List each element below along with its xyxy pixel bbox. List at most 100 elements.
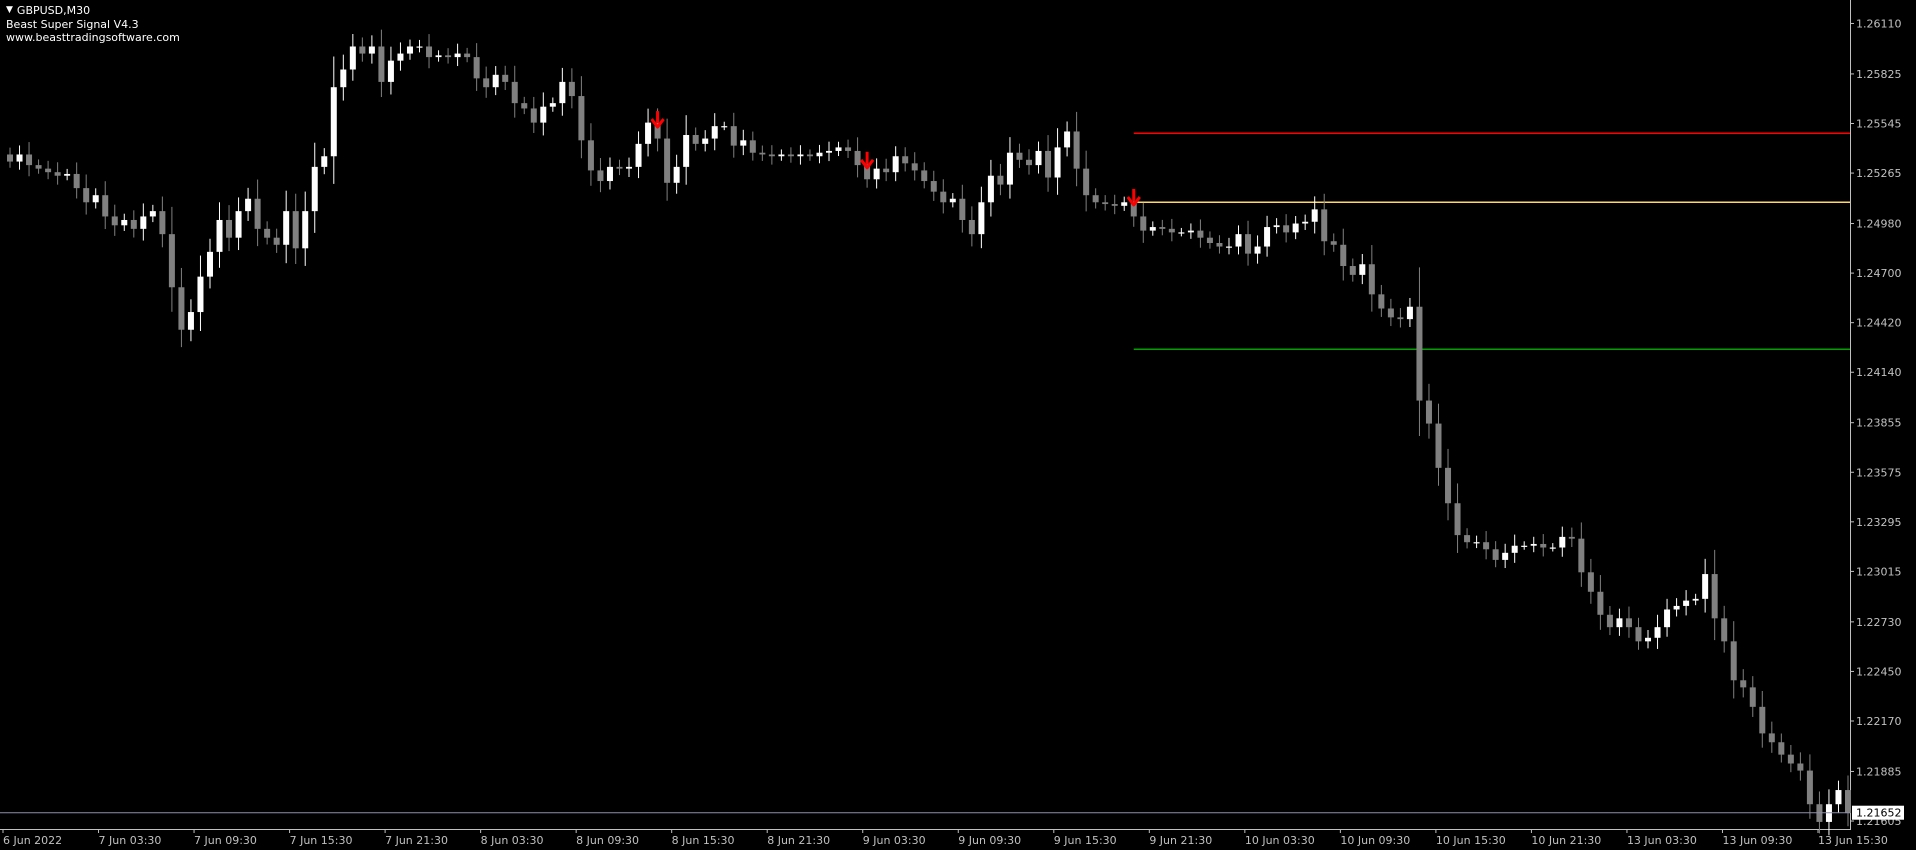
bull-candle <box>245 198 252 212</box>
bull-candle <box>197 276 204 313</box>
bull-candle <box>1264 227 1271 247</box>
bull-candle <box>1673 605 1680 610</box>
bull-candle <box>235 211 242 238</box>
bear-candle <box>1635 627 1642 642</box>
bear-candle <box>1483 542 1490 550</box>
bear-candle <box>1102 202 1109 205</box>
bear-candle <box>1416 306 1423 401</box>
bear-candle <box>1730 641 1737 681</box>
bull-candle <box>1254 246 1261 254</box>
price-axis[interactable]: 1.26110 1.25825 1.25545 1.25265 1.24980 1.247… <box>1850 17 1902 828</box>
bear-candle <box>1778 742 1785 755</box>
bull-candle <box>406 46 413 54</box>
bull-candle <box>1054 147 1061 178</box>
bull-candle <box>549 103 556 107</box>
bull-candle <box>1502 552 1509 560</box>
bear-candle <box>749 140 756 153</box>
time-tick-label: 13 Jun 09:30 <box>1722 834 1792 847</box>
bear-candle <box>692 135 699 144</box>
bear-candle <box>83 188 90 203</box>
bull-candle <box>873 168 880 180</box>
bull-candle <box>349 46 356 70</box>
bear-candle <box>1092 195 1099 203</box>
bull-candle <box>987 175 994 203</box>
bear-candle <box>273 237 280 245</box>
price-tick-label: 1.24140 <box>1856 366 1902 379</box>
bear-candle <box>806 154 813 157</box>
collapse-triangle-icon[interactable]: ▼ <box>6 4 13 17</box>
bear-candle <box>854 150 861 166</box>
bull-candle <box>1559 536 1566 548</box>
bear-candle <box>1349 266 1356 275</box>
bull-candle <box>140 216 147 229</box>
time-tick-label: 10 Jun 21:30 <box>1531 834 1601 847</box>
bear-candle <box>759 152 766 155</box>
bull-candle <box>416 46 423 48</box>
bear-candle <box>921 170 928 182</box>
time-tick-label: 9 Jun 03:30 <box>863 834 926 847</box>
bull-candle <box>1235 234 1242 247</box>
bear-candle <box>159 211 166 235</box>
time-tick-label: 13 Jun 03:30 <box>1627 834 1697 847</box>
bear-candle <box>1321 209 1328 242</box>
bear-candle <box>254 198 261 229</box>
bull-candle <box>740 140 747 146</box>
bull-candle <box>835 147 842 151</box>
time-tick-label: 10 Jun 03:30 <box>1245 834 1315 847</box>
bull-candle <box>149 211 156 217</box>
bear-candle <box>911 163 918 171</box>
price-tick-label: 1.22170 <box>1856 715 1902 728</box>
bear-candle <box>473 57 480 79</box>
symbol-label: GBPUSD,M30 <box>16 4 91 17</box>
time-tick-label: 8 Jun 03:30 <box>481 834 544 847</box>
bear-candle <box>502 74 509 82</box>
bull-candle <box>492 74 499 88</box>
bull-candle <box>1530 543 1537 546</box>
bear-candle <box>1492 549 1499 560</box>
bull-candle <box>1187 230 1194 233</box>
bull-candle <box>978 202 985 235</box>
bull-candle <box>778 154 785 157</box>
bull-candle <box>187 312 194 330</box>
time-axis[interactable]: 6 Jun 2022 7 Jun 03:30 7 Jun 09:30 7 Jun 15… <box>2 829 1888 847</box>
price-tick-label: 1.24420 <box>1856 317 1902 330</box>
bull-candle <box>1121 202 1128 206</box>
bull-candle <box>1359 264 1366 275</box>
bear-candle <box>511 81 518 104</box>
bear-candle <box>359 46 366 54</box>
bull-candle <box>1616 618 1623 628</box>
bull-candle <box>321 156 328 167</box>
symbol-header[interactable]: ▼ GBPUSD,M30 <box>6 4 90 17</box>
bear-candle <box>1435 423 1442 468</box>
bear-candle <box>883 168 890 173</box>
price-tick-label: 1.24700 <box>1856 267 1902 280</box>
price-chart[interactable]: 1.26110 1.25825 1.25545 1.25265 1.24980 1.247… <box>0 0 1916 850</box>
bull-candle <box>606 166 613 182</box>
bear-candle <box>130 219 137 229</box>
bear-candle <box>1216 243 1223 247</box>
bear-candle <box>445 55 452 58</box>
bull-candle <box>1292 223 1299 233</box>
bear-candle <box>1806 770 1813 805</box>
bear-candle <box>35 165 42 169</box>
bull-candle <box>683 135 690 167</box>
bear-candle <box>1111 204 1118 206</box>
bear-candle <box>1073 131 1080 169</box>
bear-candle <box>1340 244 1347 267</box>
time-tick-label: 9 Jun 15:30 <box>1054 834 1117 847</box>
bull-candle <box>816 152 823 157</box>
bear-candle <box>1540 543 1547 548</box>
bear-candle <box>959 198 966 220</box>
bull-candle <box>702 138 709 144</box>
bull-candle <box>645 122 652 144</box>
bull-candle <box>64 173 71 176</box>
indicator-name: Beast Super Signal V4.3 <box>6 18 139 31</box>
bull-candle <box>892 156 899 173</box>
price-tick-label: 1.23015 <box>1856 565 1902 578</box>
bear-candle <box>54 172 61 176</box>
indicator-website: www.beasttradingsoftware.com <box>6 31 180 44</box>
price-tick-label: 1.22730 <box>1856 616 1902 629</box>
price-tick-label: 1.23575 <box>1856 466 1902 479</box>
bear-candle <box>1768 733 1775 743</box>
price-tick-label: 1.26110 <box>1856 17 1902 30</box>
